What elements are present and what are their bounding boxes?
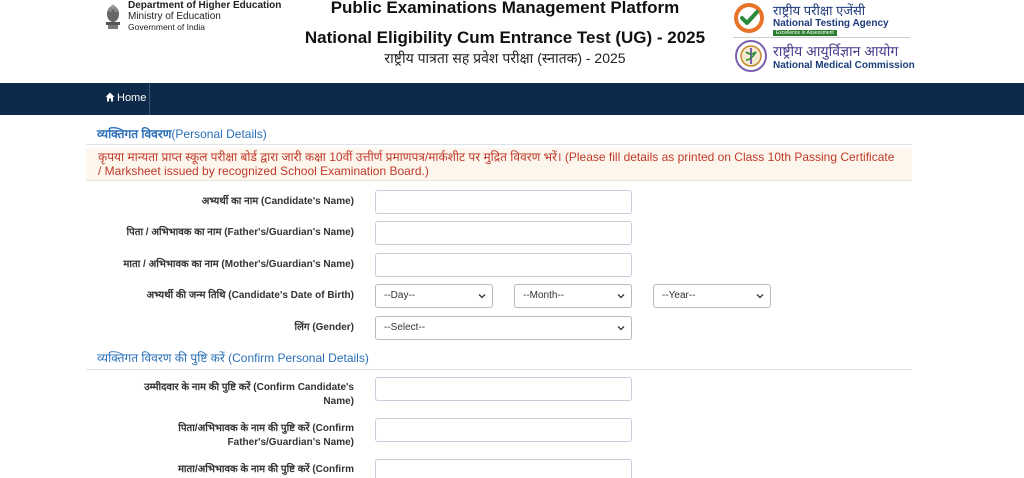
personal-details-title: व्यक्तिगत विवरण(Personal Details) bbox=[97, 125, 267, 142]
confirm-candidate-label-line2: Name) bbox=[323, 396, 354, 407]
father-name-input[interactable] bbox=[375, 221, 632, 245]
page-header: Department of Higher Education Ministry … bbox=[0, 0, 1024, 83]
navbar: Home bbox=[0, 83, 1024, 115]
confirm-mother-input[interactable] bbox=[375, 459, 632, 478]
dob-month-select[interactable]: --Month-- bbox=[514, 284, 632, 308]
ministry-line2: Ministry of Education bbox=[128, 11, 221, 22]
candidate-name-input[interactable] bbox=[375, 190, 632, 214]
chevron-down-icon bbox=[617, 326, 625, 331]
nmc-logo-block: राष्ट्रीय आयुर्विज्ञान आयोग National Med… bbox=[735, 40, 915, 76]
ministry-line1: Department of Higher Education bbox=[128, 0, 282, 11]
mother-name-input[interactable] bbox=[375, 253, 632, 277]
confirm-mother-label-line1: माता/अभिभावक के नाम की पुष्टि करें (Conf… bbox=[177, 464, 354, 475]
nta-tagline: Excellence in Assessment bbox=[773, 30, 837, 36]
personal-details-title-english: (Personal Details) bbox=[171, 127, 267, 141]
nta-logo-icon bbox=[734, 3, 764, 33]
confirm-father-label-line1: पिता/अभिभावक के नाम की पुष्टि करें (Conf… bbox=[178, 423, 354, 434]
chevron-down-icon bbox=[756, 294, 764, 299]
gender-label: लिंग (Gender) bbox=[294, 322, 354, 333]
confirm-father-label: पिता/अभिभावक के नाम की पुष्टि करें (Conf… bbox=[84, 422, 354, 450]
gender-value: --Select-- bbox=[384, 322, 426, 333]
nmc-logo-icon bbox=[735, 40, 767, 72]
gender-select[interactable]: --Select-- bbox=[375, 316, 632, 340]
mother-name-label: माता / अभिभावक का नाम (Mother's/Guardian… bbox=[123, 259, 354, 270]
personal-details-title-hindi: व्यक्तिगत विवरण bbox=[97, 127, 172, 141]
confirm-details-title: व्यक्तिगत विवरण की पुष्टि करें (Confirm … bbox=[97, 351, 369, 365]
confirm-candidate-label-line1: उम्मीदवार के नाम की पुष्टि करें (Confirm… bbox=[144, 382, 354, 393]
dob-month-value: --Month-- bbox=[523, 290, 565, 301]
confirm-candidate-input[interactable] bbox=[375, 377, 632, 401]
instruction-notice: कृपया मान्यता प्राप्त स्कूल परीक्षा बोर्… bbox=[86, 148, 912, 181]
nta-name-hindi: राष्ट्रीय परीक्षा एजेंसी bbox=[773, 3, 866, 18]
dob-year-select[interactable]: --Year-- bbox=[653, 284, 771, 308]
dob-day-value: --Day-- bbox=[384, 290, 416, 301]
confirm-candidate-label: उम्मीदवार के नाम की पुष्टि करें (Confirm… bbox=[84, 381, 354, 409]
home-icon bbox=[105, 92, 115, 102]
page-titles: Public Examinations Management Platform … bbox=[290, 0, 720, 67]
logo-divider bbox=[733, 37, 910, 38]
nmc-name-hindi: राष्ट्रीय आयुर्विज्ञान आयोग bbox=[773, 43, 899, 59]
candidate-name-label: अभ्यर्थी का नाम (Candidate's Name) bbox=[201, 196, 354, 207]
confirm-father-input[interactable] bbox=[375, 418, 632, 442]
chevron-down-icon bbox=[478, 294, 486, 299]
platform-title: Public Examinations Management Platform bbox=[330, 0, 680, 17]
dob-day-select[interactable]: --Day-- bbox=[375, 284, 493, 308]
confirm-mother-label: माता/अभिभावक के नाम की पुष्टि करें (Conf… bbox=[84, 463, 354, 477]
section-divider bbox=[86, 369, 912, 370]
nav-home-label: Home bbox=[117, 92, 147, 104]
nav-home-link[interactable]: Home bbox=[0, 83, 150, 115]
exam-title: National Eligibility Cum Entrance Test (… bbox=[304, 28, 706, 47]
nta-logo-block: राष्ट्रीय परीक्षा एजेंसी National Testin… bbox=[733, 2, 913, 38]
nta-name-english: National Testing Agency bbox=[773, 18, 889, 29]
exam-title-hindi: राष्ट्रीय पात्रता सह प्रवेश परीक्षा (स्न… bbox=[384, 50, 626, 66]
national-emblem-icon bbox=[106, 4, 120, 29]
confirm-father-label-line2: Father's/Guardian's Name) bbox=[227, 437, 354, 448]
ministry-block: Department of Higher Education Ministry … bbox=[128, 0, 281, 33]
section-divider bbox=[86, 144, 912, 145]
dob-label: अभ्यर्थी की जन्म तिथि (Candidate's Date … bbox=[146, 290, 354, 301]
chevron-down-icon bbox=[617, 294, 625, 299]
registration-form: व्यक्तिगत विवरण(Personal Details) कृपया … bbox=[0, 115, 1024, 478]
ministry-line3: Government of India bbox=[128, 22, 206, 32]
dob-year-value: --Year-- bbox=[662, 290, 696, 301]
nmc-name-english: National Medical Commission bbox=[773, 60, 915, 71]
father-name-label: पिता / अभिभावक का नाम (Father's/Guardian… bbox=[126, 227, 354, 238]
